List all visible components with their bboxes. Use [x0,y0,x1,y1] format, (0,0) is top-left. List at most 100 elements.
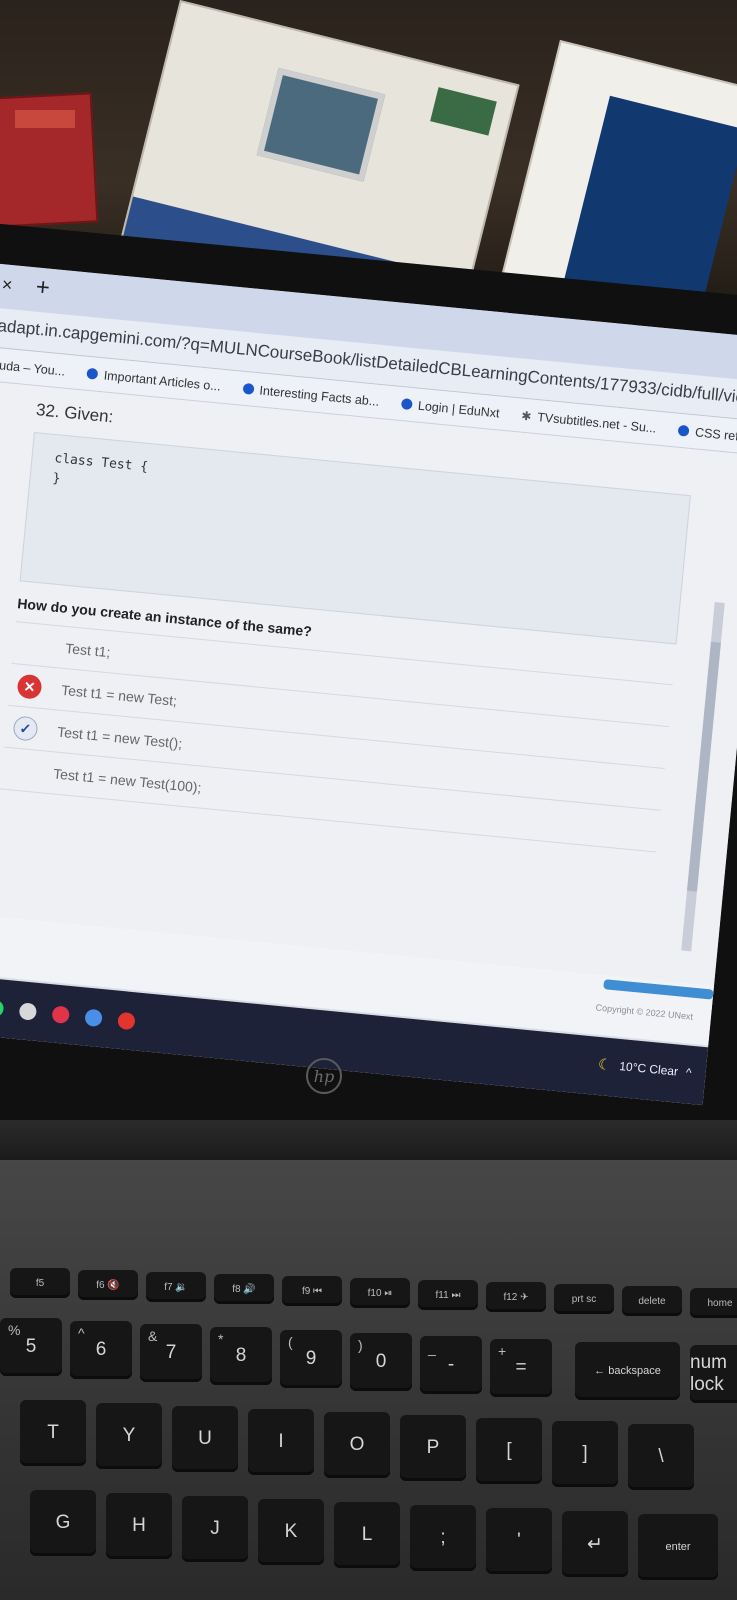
key-label: home [707,1297,733,1309]
quiz-content: 32. Given: class Test { } How do you cre… [0,379,737,1014]
letter-key[interactable]: Y [96,1403,162,1469]
number-key[interactable]: 7 & [140,1324,202,1382]
bookmark-icon [86,367,99,380]
letter-key[interactable]: ] [552,1421,618,1487]
key-shift-label: ) [358,1337,363,1353]
key-label: T [47,1422,59,1443]
letter-key[interactable]: K [258,1499,324,1565]
number-key[interactable]: num lock [690,1345,737,1403]
function-key[interactable]: f12 ✈ [486,1282,546,1312]
bookmark-item[interactable]: Interesting Facts ab... [242,381,380,408]
key-label: U [198,1428,212,1449]
content-scrollbar[interactable] [681,601,725,952]
bookmark-icon [677,424,690,437]
answer-option-text: Test t1 = new Test(); [56,723,183,752]
number-key[interactable]: = + [490,1339,552,1397]
key-label: prt sc [571,1293,597,1305]
function-key[interactable]: f6 🔇 [78,1270,138,1300]
letter-key[interactable]: T [20,1400,86,1466]
key-label: delete [638,1295,666,1307]
whatsapp-icon[interactable] [0,998,5,1018]
letter-key[interactable]: G [30,1490,96,1556]
letter-key[interactable]: enter [638,1514,718,1580]
correct-answer-icon: ✓ [12,715,39,742]
bookmark-item[interactable]: ✱ TVsubtitles.net - Su... [521,408,657,435]
tab-close-icon[interactable]: × [1,274,13,296]
key-label: ↵ [587,1533,603,1555]
number-key[interactable]: 5% [0,1318,62,1376]
bookmark-icon [242,382,255,395]
key-label: ] [582,1443,588,1464]
key-shift-label: ( [288,1334,293,1350]
key-label: enter [665,1541,691,1553]
function-key[interactable]: f5 [10,1268,70,1298]
answer-option-text: Test t1 = new Test(100); [52,764,203,796]
function-key[interactable]: f9 ⏮ [282,1276,342,1306]
function-key[interactable]: prt sc [554,1284,614,1314]
key-label: J [210,1518,220,1539]
letter-key[interactable]: U [172,1406,238,1472]
letter-key[interactable]: [ [476,1418,542,1484]
key-label: f7 🔉 [164,1281,188,1293]
function-key[interactable]: delete [622,1286,682,1316]
key-label: f5 [35,1277,45,1289]
letter-key[interactable]: \ [628,1424,694,1490]
letter-key[interactable]: L [334,1502,400,1568]
answer-option-text: Test t1 = new Test; [60,681,178,709]
key-shift-label: % [8,1322,21,1338]
key-label: = [515,1357,527,1378]
tray-caret-icon[interactable]: ^ [685,1065,692,1079]
bookmark-label: Interesting Facts ab... [258,382,380,409]
key-shift-label: _ [428,1340,436,1356]
number-key[interactable]: 9( [280,1330,342,1388]
letter-key[interactable]: J [182,1496,248,1562]
number-key[interactable]: 0) [350,1333,412,1391]
letter-key[interactable]: H [106,1493,172,1559]
key-label: Y [122,1425,136,1446]
bookmark-item[interactable]: CSS reference - CSS... [677,423,737,451]
key-label: ; [440,1527,446,1548]
function-key[interactable]: f11 ⏭ [418,1280,478,1310]
wrong-answer-icon: ✕ [16,673,43,700]
new-tab-button[interactable]: + [34,274,52,303]
scrollbar-thumb[interactable] [687,641,721,892]
letter-key[interactable]: O [324,1412,390,1478]
copyright-text: Copyright © 2022 UNext [595,1002,694,1022]
letter-key[interactable]: ; [410,1505,476,1571]
number-key[interactable]: ← backspace [575,1342,680,1400]
bookmark-item[interactable]: Login | EduNxt [400,397,500,420]
opera-icon[interactable] [117,1011,136,1030]
function-key[interactable]: f8 🔊 [214,1274,274,1304]
number-key[interactable]: 6 ^ [70,1321,132,1379]
taskbar-app-icon[interactable] [51,1004,71,1024]
key-label: ← backspace [594,1365,661,1377]
key-label: 9 [305,1348,317,1369]
key-label: H [132,1515,146,1536]
taskbar-app-icon[interactable] [18,1001,38,1021]
function-key[interactable]: f7 🔉 [146,1272,206,1302]
bookmark-item[interactable]: eruda – You... [0,357,66,378]
bookmark-label: TVsubtitles.net - Su... [536,409,657,436]
number-key[interactable]: - _ [420,1336,482,1394]
taskbar-app-icon[interactable] [84,1008,103,1027]
function-key[interactable]: home [690,1288,737,1318]
weather-text[interactable]: 10°C Clear [619,1059,679,1079]
key-label: [ [506,1440,512,1461]
number-key[interactable]: 8 * [210,1327,272,1385]
key-label: 6 [95,1339,107,1360]
laptop-hinge [0,1120,737,1160]
bookmark-label: CSS reference - CSS... [694,424,737,451]
letter-key[interactable]: I [248,1409,314,1475]
hp-logo: hp [306,1058,342,1094]
letter-key[interactable]: ' [486,1508,552,1574]
function-key[interactable]: f10 ⏯ [350,1278,410,1308]
key-label: ' [517,1530,521,1551]
key-label: P [426,1437,440,1458]
key-label: num lock [690,1352,727,1395]
letter-key[interactable]: P [400,1415,466,1481]
key-label: - [447,1354,455,1375]
key-label: 7 [165,1342,177,1363]
bookmark-item[interactable]: Important Articles o... [86,366,221,393]
product-box-illustration [256,67,386,182]
letter-key[interactable]: ↵ [562,1511,628,1577]
